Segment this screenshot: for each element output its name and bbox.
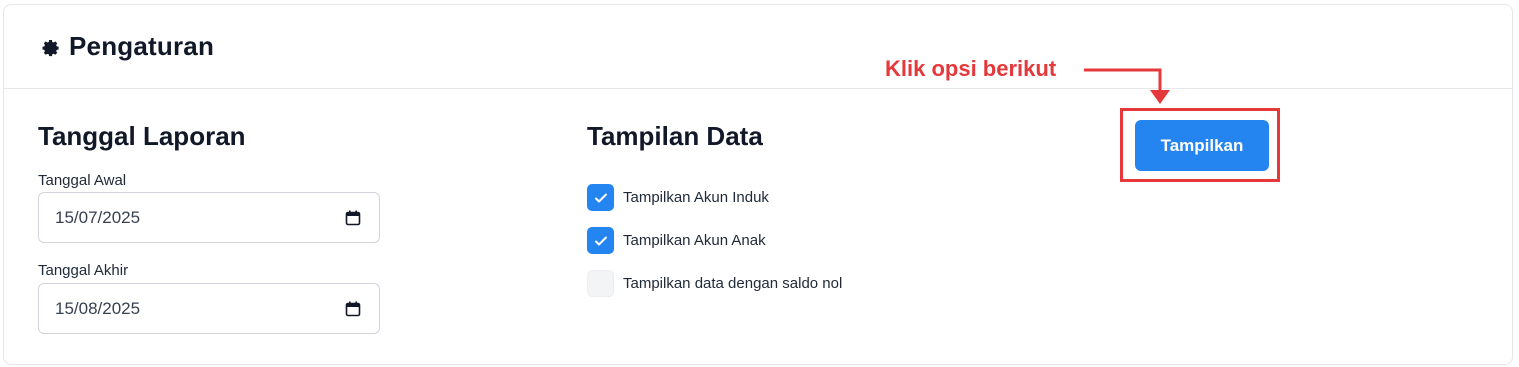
header-title-wrap: Pengaturan [39, 31, 214, 62]
checkbox-show-child-account[interactable] [587, 227, 614, 254]
start-date-value: 15/07/2025 [55, 207, 141, 227]
calendar-icon[interactable] [345, 210, 361, 226]
end-date-value: 15/08/2025 [55, 298, 141, 318]
annotation-text: Klik opsi berikut [885, 56, 1057, 81]
start-date-input[interactable]: 15/07/2025 [38, 192, 380, 243]
option-label: Tampilkan Akun Induk [623, 189, 769, 206]
start-date-label: Tanggal Awal [38, 172, 127, 189]
data-display-section-title: Tampilan Data [587, 121, 763, 151]
report-date-section-title: Tanggal Laporan [38, 121, 246, 151]
card-header: Pengaturan [4, 5, 1512, 89]
option-show-zero-balance[interactable]: Tampilkan data dengan saldo nol [587, 270, 842, 297]
end-date-label: Tanggal Akhir [38, 262, 129, 279]
calendar-icon[interactable] [345, 301, 361, 317]
gear-icon [42, 39, 59, 56]
option-show-child-account[interactable]: Tampilkan Akun Anak [587, 227, 766, 254]
checkbox-show-parent-account[interactable] [587, 184, 614, 211]
annotation-arrow-icon [1084, 68, 1170, 104]
option-label: Tampilkan data dengan saldo nol [623, 275, 843, 292]
page-title: Pengaturan [69, 31, 215, 61]
checkmark-icon [594, 193, 607, 202]
option-label: Tampilkan Akun Anak [623, 232, 766, 249]
checkmark-icon [594, 236, 607, 245]
show-button[interactable]: Tampilkan [1135, 120, 1269, 171]
option-show-parent-account[interactable]: Tampilkan Akun Induk [587, 184, 769, 211]
end-date-input[interactable]: 15/08/2025 [38, 283, 380, 334]
checkbox-show-zero-balance[interactable] [587, 270, 614, 297]
